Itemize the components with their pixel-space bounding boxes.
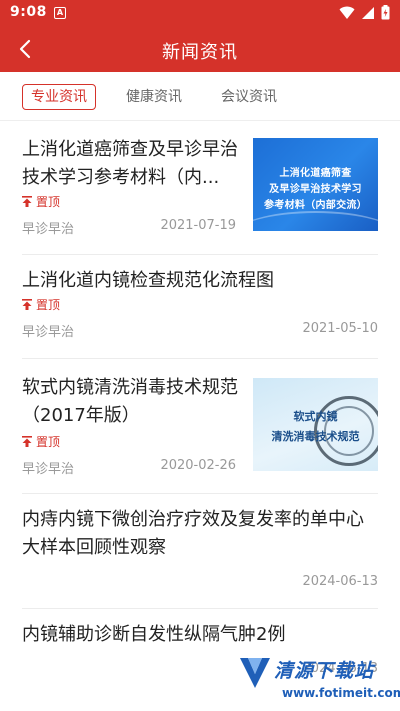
watermark-title: 清源下载站 bbox=[274, 660, 375, 682]
thumbnail-text: 软式内镜 bbox=[293, 410, 338, 423]
wifi-icon bbox=[339, 6, 355, 19]
news-item[interactable]: 内痔内镜下微创治疗疗效及复发率的单中心大样本回顾性观察 2024-06-13 bbox=[0, 494, 400, 608]
thumbnail-text: 清洗消毒技术规范 bbox=[271, 430, 360, 443]
pinned-label: 置顶 bbox=[36, 195, 61, 209]
pinned-label: 置顶 bbox=[36, 435, 61, 449]
news-date: 2021-05-10 bbox=[302, 321, 378, 336]
app-bar: 新闻资讯 bbox=[0, 26, 400, 72]
notification-icon: A bbox=[54, 7, 66, 19]
thumbnail-text: 参考材料（内部交流） bbox=[264, 200, 367, 211]
pinned-label: 置顶 bbox=[36, 298, 61, 312]
pinned-badge: 置顶 bbox=[22, 193, 60, 210]
news-thumbnail: 软式内镜 清洗消毒技术规范 bbox=[253, 378, 378, 471]
status-icons bbox=[339, 5, 390, 20]
news-title: 上消化道癌筛查及早诊早治技术学习参考材料（内... bbox=[22, 139, 238, 188]
pinned-badge: 置顶 bbox=[22, 433, 60, 450]
news-date: 2020-02-26 bbox=[160, 458, 236, 473]
pin-top-icon bbox=[22, 299, 32, 310]
tab-health-news[interactable]: 健康资讯 bbox=[117, 84, 191, 110]
watermark-logo-icon bbox=[240, 658, 270, 688]
watermark-url: www.fotimeit.com bbox=[282, 686, 400, 700]
news-item[interactable]: 上消化道癌筛查及早诊早治技术学习参考材料（内... 置顶 早诊早治 2021-0… bbox=[0, 121, 400, 254]
news-item[interactable]: 软式内镜清洗消毒技术规范（2017年版） 置顶 早诊早治 2020-02-26 … bbox=[0, 359, 400, 493]
news-date: 2024-06-13 bbox=[302, 574, 378, 589]
thumbnail-text: 及早诊早治技术学习 bbox=[269, 184, 362, 195]
news-date: 2021-07-19 bbox=[160, 218, 236, 233]
news-item[interactable]: 上消化道内镜检查规范化流程图 置顶 早诊早治 2021-05-10 bbox=[0, 255, 400, 358]
news-title: 软式内镜清洗消毒技术规范（2017年版） bbox=[22, 377, 238, 426]
news-title: 内镜辅助诊断自发性纵隔气肿2例 bbox=[22, 624, 286, 645]
pinned-badge: 置顶 bbox=[22, 296, 60, 313]
page-title: 新闻资讯 bbox=[162, 42, 238, 63]
watermark: 清源下载站 www.fotimeit.com bbox=[238, 652, 400, 710]
thumbnail-decoration bbox=[253, 211, 378, 231]
status-bar: 9:08 A bbox=[0, 0, 400, 26]
tab-conference-news[interactable]: 会议资讯 bbox=[212, 84, 286, 110]
battery-icon bbox=[381, 5, 390, 20]
news-source: 早诊早治 bbox=[22, 462, 75, 477]
news-source: 早诊早治 bbox=[22, 325, 75, 340]
signal-icon bbox=[362, 6, 374, 19]
tab-professional-news[interactable]: 专业资讯 bbox=[22, 84, 96, 110]
news-thumbnail: 上消化道癌筛查 及早诊早治技术学习 参考材料（内部交流） bbox=[253, 138, 378, 231]
thumbnail-text: 上消化道癌筛查 bbox=[279, 168, 352, 179]
pin-top-icon bbox=[22, 436, 32, 447]
news-source: 早诊早治 bbox=[22, 222, 75, 237]
category-tabs: 专业资讯 健康资讯 会议资讯 bbox=[0, 72, 400, 121]
pin-top-icon bbox=[22, 196, 32, 207]
news-title: 内痔内镜下微创治疗疗效及复发率的单中心大样本回顾性观察 bbox=[22, 509, 364, 558]
news-title: 上消化道内镜检查规范化流程图 bbox=[22, 270, 274, 291]
status-time: 9:08 bbox=[10, 4, 47, 20]
